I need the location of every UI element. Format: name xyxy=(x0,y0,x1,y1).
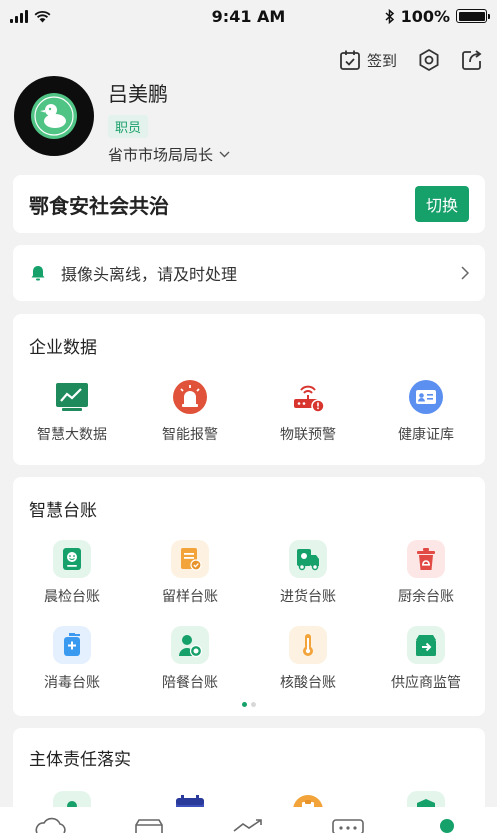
enterprise-data-card: 企业数据 智慧大数据 智能报警 物联预警 健康证库 xyxy=(13,314,485,465)
page-dot[interactable] xyxy=(251,702,256,707)
trash-icon xyxy=(407,540,445,578)
ledger-item-supplier[interactable]: 供应商监管 xyxy=(367,626,485,692)
tab-store[interactable] xyxy=(129,817,169,833)
ledger-item-nucleic-acid[interactable]: 核酸台账 xyxy=(249,626,367,692)
user-icon xyxy=(440,819,455,833)
item-label: 留样台账 xyxy=(162,589,218,605)
ledger-item-kitchen-waste[interactable]: 厨余台账 xyxy=(367,540,485,606)
ledger-item-disinfect[interactable]: 消毒台账 xyxy=(13,626,131,692)
chevron-right-icon xyxy=(461,266,469,280)
tab-monitor[interactable] xyxy=(328,817,368,833)
page-dot[interactable] xyxy=(242,702,247,707)
battery-percent: 100% xyxy=(400,6,450,26)
alert-text: 摄像头离线，请及时处理 xyxy=(61,265,238,284)
position-selector[interactable]: 省市市场局局长 xyxy=(108,144,230,165)
ledger-item-sample[interactable]: 留样台账 xyxy=(131,540,249,606)
tab-stats[interactable] xyxy=(228,817,268,833)
smart-ledger-card: 智慧台账 晨检台账 留样台账 进货台账 厨余台账 消毒台账 陪餐台账 核酸台账 … xyxy=(13,477,485,716)
section-title: 企业数据 xyxy=(29,338,97,358)
item-label: 晨检台账 xyxy=(44,589,100,605)
meal-icon xyxy=(171,626,209,664)
checkin-label: 签到 xyxy=(366,51,397,70)
disinfect-icon xyxy=(53,626,91,664)
item-label: 核酸台账 xyxy=(280,675,336,691)
tab-profile[interactable] xyxy=(427,817,467,833)
trend-icon xyxy=(233,819,263,832)
share-icon[interactable] xyxy=(461,49,483,71)
chart-icon xyxy=(53,378,91,416)
item-label: 智能报警 xyxy=(162,427,218,443)
header-actions: 签到 xyxy=(339,48,483,72)
enterprise-item-health-cert[interactable]: 健康证库 xyxy=(367,378,485,444)
avatar[interactable] xyxy=(14,76,94,156)
thermometer-icon xyxy=(289,626,327,664)
ledger-item-purchase[interactable]: 进货台账 xyxy=(249,540,367,606)
settings-icon[interactable] xyxy=(417,48,441,72)
enterprise-item-smart-alarm[interactable]: 智能报警 xyxy=(131,378,249,444)
truck-icon xyxy=(289,540,327,578)
enterprise-item-big-data[interactable]: 智慧大数据 xyxy=(13,378,131,444)
org-name: 鄂食安社会共治 xyxy=(29,193,169,218)
switch-button[interactable]: 切换 xyxy=(414,186,469,222)
bell-icon xyxy=(31,266,45,281)
ledger-item-meal-companion[interactable]: 陪餐台账 xyxy=(131,626,249,692)
signal-icon xyxy=(10,9,28,23)
bottom-tab-bar xyxy=(0,807,497,833)
item-label: 物联预警 xyxy=(280,427,336,443)
cloud-icon xyxy=(35,817,66,833)
calendar-check-icon xyxy=(340,50,360,70)
face-check-icon xyxy=(53,540,91,578)
role-badge: 职员 xyxy=(108,115,149,138)
item-label: 进货台账 xyxy=(280,589,336,605)
duck-logo-icon xyxy=(31,93,77,139)
alarm-icon xyxy=(171,378,209,416)
org-card: 鄂食安社会共治 切换 xyxy=(13,175,485,233)
sample-icon xyxy=(171,540,209,578)
item-label: 陪餐台账 xyxy=(162,675,218,691)
bluetooth-icon xyxy=(385,8,394,24)
item-label: 厨余台账 xyxy=(398,589,454,605)
item-label: 供应商监管 xyxy=(391,675,461,691)
battery-icon xyxy=(456,9,490,23)
item-label: 健康证库 xyxy=(398,427,454,443)
monitor-icon xyxy=(332,819,364,833)
user-name: 吕美鹏 xyxy=(108,82,168,106)
section-title: 主体责任落实 xyxy=(29,750,131,770)
page-indicator xyxy=(13,702,485,707)
profile-section: 吕美鹏 职员 省市市场局局长 xyxy=(14,76,230,165)
status-bar: 9:41 AM 100% xyxy=(0,0,497,32)
chevron-down-icon xyxy=(219,151,230,158)
store-icon xyxy=(135,819,163,833)
item-label: 消毒台账 xyxy=(44,675,100,691)
enterprise-item-iot-warning[interactable]: 物联预警 xyxy=(249,378,367,444)
router-icon xyxy=(289,378,327,416)
id-card-icon xyxy=(407,378,445,416)
responsibility-card: 主体责任落实 xyxy=(13,728,485,829)
section-title: 智慧台账 xyxy=(29,501,97,521)
checkin-button[interactable]: 签到 xyxy=(339,49,397,71)
wifi-icon xyxy=(34,10,51,22)
ledger-item-morning-check[interactable]: 晨检台账 xyxy=(13,540,131,606)
supplier-icon xyxy=(407,626,445,664)
alert-banner[interactable]: 摄像头离线，请及时处理 xyxy=(13,245,485,301)
tab-home[interactable] xyxy=(30,817,70,833)
item-label: 智慧大数据 xyxy=(37,427,107,443)
position-label: 省市市场局局长 xyxy=(108,146,214,164)
